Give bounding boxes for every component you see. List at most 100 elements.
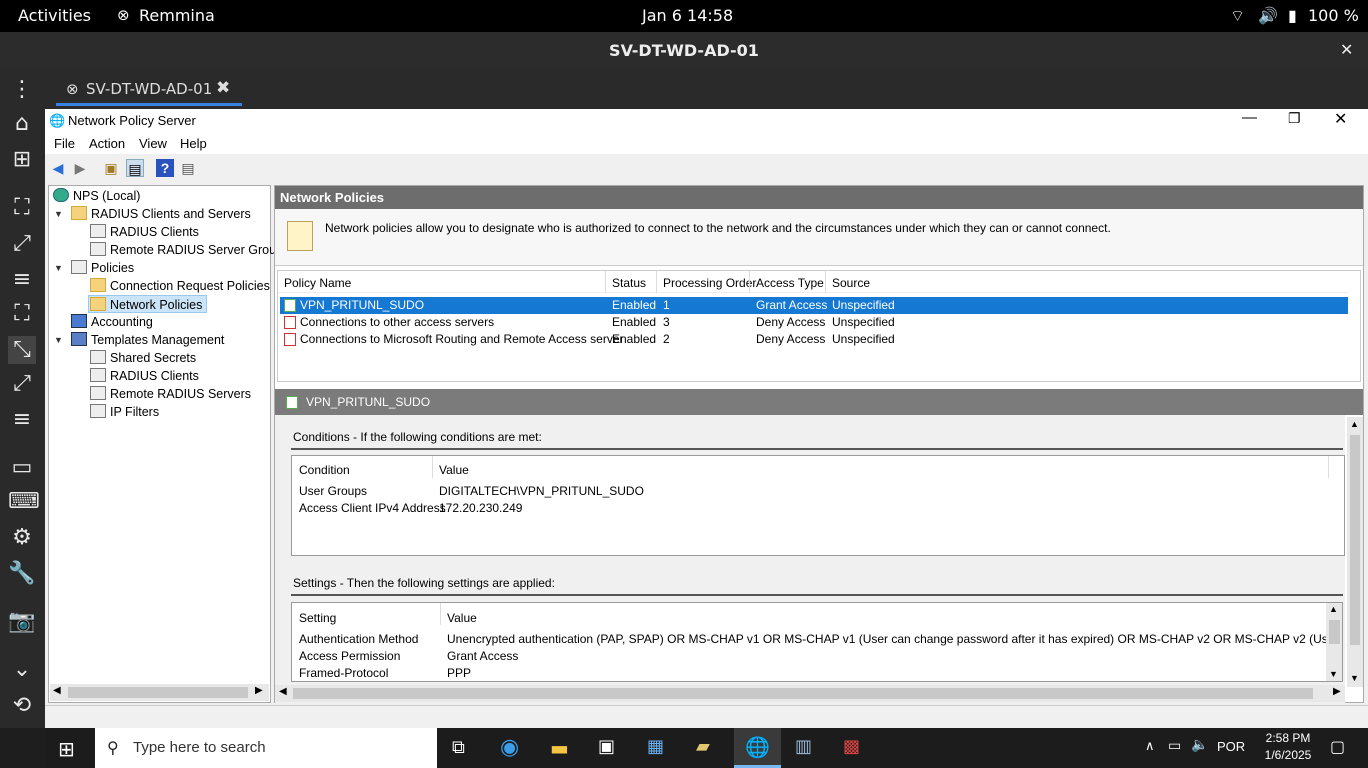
list-icon[interactable]: ≡ xyxy=(8,266,36,294)
screenshot-icon[interactable]: 📷 xyxy=(8,608,36,636)
window-close-icon[interactable]: ✕ xyxy=(1334,109,1347,129)
home-icon[interactable]: ⌂ xyxy=(8,110,36,138)
settings-list-icon[interactable]: ≡ xyxy=(8,406,36,434)
scroll-up-icon[interactable]: ▲ xyxy=(1329,604,1338,614)
fit-window-icon[interactable]: ⛶ xyxy=(8,194,36,222)
menu-action[interactable]: Action xyxy=(89,136,125,151)
tools-icon[interactable]: 🔧 xyxy=(8,560,36,588)
table-row[interactable]: Connections to Microsoft Routing and Rem… xyxy=(280,331,1348,348)
col-divider[interactable] xyxy=(1328,456,1329,478)
table-row[interactable]: VPN_PRITUNL_SUDO Enabled 1 Grant Access … xyxy=(280,297,1348,314)
tree-h-scrollbar[interactable]: ◀ ▶ xyxy=(50,684,269,701)
tree-node-remote-radius-servers[interactable]: Remote RADIUS Servers xyxy=(90,385,251,403)
scroll-down-icon[interactable]: ▼ xyxy=(1329,669,1338,679)
task-view-icon[interactable]: ⧉ xyxy=(452,737,465,758)
col-divider[interactable] xyxy=(432,456,433,478)
server-manager-icon[interactable]: ▦ xyxy=(647,736,664,757)
taskbar-time[interactable]: 2:58 PM xyxy=(1258,731,1318,745)
menu-view[interactable]: View xyxy=(139,136,167,151)
col-status[interactable]: Status xyxy=(612,276,646,290)
menu-help[interactable]: Help xyxy=(180,136,207,151)
tree-node-template-radius-clients[interactable]: RADIUS Clients xyxy=(90,367,199,385)
multi-monitor-icon[interactable]: ▭ xyxy=(8,454,36,482)
speaker-muted-icon[interactable]: 🔈 xyxy=(1191,737,1208,753)
volume-icon[interactable]: 🔊 xyxy=(1258,6,1278,25)
close-icon[interactable]: ✕ xyxy=(1340,40,1353,59)
col-processing-order[interactable]: Processing Order xyxy=(663,276,756,290)
col-divider[interactable] xyxy=(825,271,826,293)
wifi-icon[interactable]: ⌔ xyxy=(1230,6,1245,26)
show-hide-tree-icon[interactable]: ▤ xyxy=(126,159,144,177)
policy-app-icon[interactable]: ▥ xyxy=(795,736,812,757)
scroll-right-icon[interactable]: ▶ xyxy=(255,685,263,696)
col-policy-name[interactable]: Policy Name xyxy=(284,276,351,290)
clock[interactable]: Jan 6 14:58 xyxy=(642,6,733,25)
col-divider[interactable] xyxy=(440,603,441,625)
detail-h-scrollbar[interactable]: ◀ ▶ xyxy=(275,685,1345,702)
activities-button[interactable]: Activities xyxy=(18,6,91,25)
cond-col-value[interactable]: Value xyxy=(439,463,469,477)
settings-v-scrollbar[interactable]: ▲ ▼ xyxy=(1326,603,1342,681)
edge-icon[interactable]: ◉ xyxy=(500,735,519,760)
maximize-icon[interactable]: ❐ xyxy=(1288,110,1301,127)
scroll-up-icon[interactable]: ▲ xyxy=(1350,419,1359,429)
tree-node-ip-filters[interactable]: IP Filters xyxy=(90,403,159,421)
menu-icon[interactable]: ⋮ xyxy=(8,76,36,104)
scroll-left-icon[interactable]: ◀ xyxy=(279,686,287,697)
cond-col-condition[interactable]: Condition xyxy=(299,463,350,477)
chevron-up-icon[interactable]: ∧ xyxy=(1145,739,1155,754)
help-icon[interactable]: ? xyxy=(156,159,174,177)
col-access-type[interactable]: Access Type xyxy=(756,276,824,290)
cmd-icon[interactable]: ▣ xyxy=(598,736,615,757)
tree-node-network-policies[interactable]: Network Policies xyxy=(88,295,208,313)
col-divider[interactable] xyxy=(749,271,750,293)
tree-node-policies[interactable]: Policies xyxy=(71,259,134,277)
fullscreen-icon[interactable]: ⤢ xyxy=(8,230,36,258)
network-icon[interactable]: ▭ xyxy=(1168,738,1181,754)
menu-file[interactable]: File xyxy=(54,136,75,151)
scroll-thumb[interactable] xyxy=(68,687,248,698)
tree-node-templates-management[interactable]: Templates Management xyxy=(71,331,224,349)
properties-icon[interactable]: ▤ xyxy=(179,159,197,177)
scale-icon[interactable]: ⛶ xyxy=(8,300,36,328)
set-col-value[interactable]: Value xyxy=(447,611,477,625)
table-row[interactable]: Connections to other access servers Enab… xyxy=(280,314,1348,331)
tree-node-nps-local[interactable]: NPS (Local) xyxy=(53,187,140,205)
chevron-down-icon[interactable]: ▼ xyxy=(54,335,63,345)
forward-icon[interactable]: ▶ xyxy=(71,159,89,177)
preferences-icon[interactable]: ⚙ xyxy=(8,524,36,552)
keyboard-icon[interactable]: ⌨ xyxy=(8,488,40,516)
app-menu[interactable]: Remmina xyxy=(139,6,215,25)
tree-node-remote-radius-groups[interactable]: Remote RADIUS Server Groups xyxy=(90,241,289,259)
taskbar-date[interactable]: 1/6/2025 xyxy=(1258,748,1318,762)
chevron-down-icon[interactable]: ▼ xyxy=(54,263,63,273)
tree-node-connection-request-policies[interactable]: Connection Request Policies xyxy=(90,277,270,295)
dynamic-resolution-icon[interactable]: ⤡ xyxy=(8,336,36,364)
minimize-icon[interactable]: — xyxy=(1242,109,1257,126)
language-indicator[interactable]: POR xyxy=(1217,739,1245,754)
scroll-thumb[interactable] xyxy=(1350,435,1360,645)
scroll-left-icon[interactable]: ◀ xyxy=(53,685,61,696)
tree-node-radius-clients-servers[interactable]: RADIUS Clients and Servers xyxy=(71,205,251,223)
set-col-setting[interactable]: Setting xyxy=(299,611,336,625)
tree-node-radius-clients[interactable]: RADIUS Clients xyxy=(90,223,199,241)
col-divider[interactable] xyxy=(605,271,606,293)
nps-taskbar-icon[interactable]: 🌐 xyxy=(745,735,770,759)
notepad-icon[interactable]: ▰ xyxy=(696,736,710,757)
windows-start-icon[interactable]: ⊞ xyxy=(58,737,75,761)
detail-v-scrollbar[interactable]: ▲ ▼ xyxy=(1347,417,1363,687)
search-box[interactable]: ⚲ Type here to search xyxy=(95,728,437,768)
scroll-thumb[interactable] xyxy=(293,688,1313,699)
chevron-down-icon[interactable]: ▼ xyxy=(54,209,63,219)
scroll-right-icon[interactable]: ▶ xyxy=(1333,686,1341,697)
scroll-down-icon[interactable]: ▼ xyxy=(1350,673,1359,683)
back-icon[interactable]: ◀ xyxy=(49,159,67,177)
notification-icon[interactable]: ▢ xyxy=(1330,737,1345,756)
tree-node-accounting[interactable]: Accounting xyxy=(71,313,153,331)
battery-icon[interactable]: ▮ xyxy=(1288,6,1297,25)
toolbox-icon[interactable]: ▩ xyxy=(843,736,860,757)
expand-icon[interactable]: ⤢ xyxy=(8,370,36,398)
new-connection-icon[interactable]: ⊞ xyxy=(8,146,36,174)
col-divider[interactable] xyxy=(656,271,657,293)
tree-node-shared-secrets[interactable]: Shared Secrets xyxy=(90,349,196,367)
